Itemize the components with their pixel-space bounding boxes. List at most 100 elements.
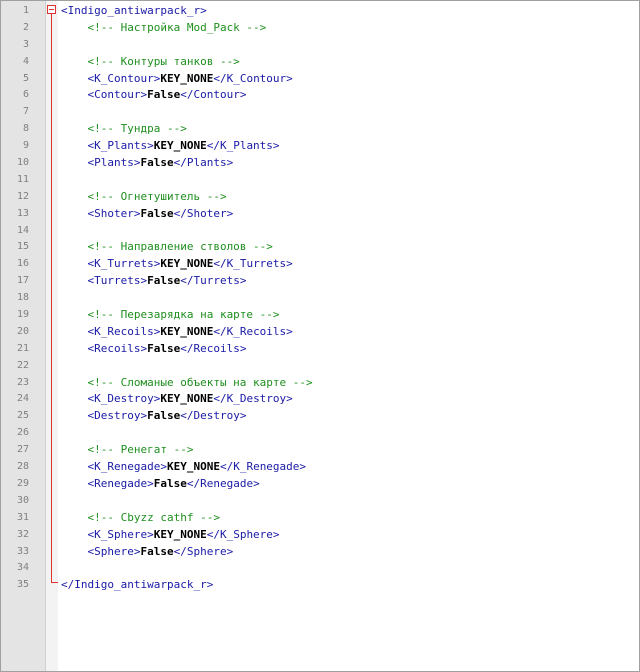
line-number: 12 <box>16 190 29 202</box>
xml-tag: </Sphere> <box>173 544 234 558</box>
code-text: <K_Destroy>KEY_NONE</K_Destroy> <box>61 391 293 408</box>
code-line[interactable]: 3 <box>1 37 639 54</box>
line-number: 8 <box>22 123 29 135</box>
xml-tag: <Recoils> <box>61 341 148 355</box>
code-line[interactable]: 2 <!-- Настройка Mod_Pack --> <box>1 20 639 37</box>
code-text: <Plants>False</Plants> <box>61 155 233 172</box>
code-line[interactable]: 22 <box>1 358 639 375</box>
code-line[interactable]: 13 <Shoter>False</Shoter> <box>1 206 639 223</box>
line-number: 20 <box>16 325 29 337</box>
code-line[interactable]: 25 <Destroy>False</Destroy> <box>1 408 639 425</box>
xml-tag: </Renegade> <box>186 476 260 490</box>
code-line[interactable]: 1 <Indigo_antiwarpack_r> <box>1 3 639 20</box>
xml-editor[interactable]: 1 <Indigo_antiwarpack_r> 2 <!-- Настройка … <box>0 0 640 672</box>
code-line[interactable]: 21 <Recoils>False</Recoils> <box>1 341 639 358</box>
xml-comment: <!-- Огнетушитель --> <box>61 189 227 203</box>
code-text: <!-- Перезарядка на карте --> <box>61 307 279 324</box>
code-line[interactable]: 14 <box>1 223 639 240</box>
xml-value: KEY_NONE <box>153 139 207 153</box>
code-line[interactable]: 19 <!-- Перезарядка на карте --> <box>1 307 639 324</box>
line-number: 2 <box>22 21 29 33</box>
xml-tag: </Recoils> <box>180 341 247 355</box>
xml-comment: <!-- Сломаные объекты на карте --> <box>61 375 313 389</box>
line-number: 6 <box>22 89 29 101</box>
code-line[interactable]: 12 <!-- Огнетушитель --> <box>1 189 639 206</box>
code-text: <K_Turrets>KEY_NONE</K_Turrets> <box>61 256 292 273</box>
code-line[interactable]: 29 <Renegade>False</Renegade> <box>1 476 639 493</box>
code-line[interactable]: 28 <K_Renegade>KEY_NONE</K_Renegade> <box>1 459 639 476</box>
code-text: <Renegade>False</Renegade> <box>61 476 260 493</box>
code-line[interactable]: 26 <box>1 425 639 442</box>
code-line[interactable]: 16 <K_Turrets>KEY_NONE</K_Turrets> <box>1 256 639 273</box>
code-line[interactable]: 9 <K_Plants>KEY_NONE</K_Plants> <box>1 138 639 155</box>
xml-tag: <Shoter> <box>61 206 141 220</box>
code-text: <!-- Контуры танков --> <box>61 54 239 71</box>
code-line[interactable]: 5 <K_Contour>KEY_NONE</K_Contour> <box>1 71 639 88</box>
xml-value: False <box>147 88 181 102</box>
xml-tag: </K_Recoils> <box>213 324 293 338</box>
xml-value: False <box>147 274 181 288</box>
xml-tag: </Contour> <box>180 88 247 102</box>
code-line[interactable]: 17 <Turrets>False</Turrets> <box>1 273 639 290</box>
code-line[interactable]: 24 <K_Destroy>KEY_NONE</K_Destroy> <box>1 391 639 408</box>
xml-tag: </Shoter> <box>173 206 234 220</box>
code-text: </Indigo_antiwarpack_r> <box>61 577 213 594</box>
code-line[interactable]: 31 <!-- Cbyzz cathf --> <box>1 510 639 527</box>
code-line[interactable]: 20 <K_Recoils>KEY_NONE</K_Recoils> <box>1 324 639 341</box>
xml-value: False <box>153 476 187 490</box>
line-number: 24 <box>16 393 29 405</box>
code-line[interactable]: 6 <Contour>False</Contour> <box>1 87 639 104</box>
line-number: 28 <box>16 461 29 473</box>
xml-tag: <K_Destroy> <box>61 392 161 406</box>
code-line[interactable]: 23 <!-- Сломаные объекты на карте --> <box>1 375 639 392</box>
xml-tag: <K_Sphere> <box>61 527 154 541</box>
line-number: 21 <box>16 342 29 354</box>
xml-value: False <box>147 409 181 423</box>
code-line[interactable]: 4 <!-- Контуры танков --> <box>1 54 639 71</box>
line-number: 25 <box>16 410 29 422</box>
line-number: 10 <box>16 157 29 169</box>
xml-comment: <!-- Настройка Mod_Pack --> <box>61 20 267 34</box>
code-line[interactable]: 8 <!-- Тундра --> <box>1 121 639 138</box>
code-text: <Sphere>False</Sphere> <box>61 544 233 561</box>
xml-value: KEY_NONE <box>160 257 214 271</box>
code-line[interactable]: 35 </Indigo_antiwarpack_r> <box>1 577 639 594</box>
code-line[interactable]: 7 <box>1 104 639 121</box>
xml-tag: <K_Plants> <box>61 139 154 153</box>
code-text: <!-- Тундра --> <box>61 121 186 138</box>
line-number: 33 <box>16 545 29 557</box>
line-number: 15 <box>16 241 29 253</box>
line-number: 18 <box>16 292 29 304</box>
xml-tag: <Contour> <box>61 88 148 102</box>
code-line[interactable]: 33 <Sphere>False</Sphere> <box>1 544 639 561</box>
xml-tag: <K_Contour> <box>61 71 161 85</box>
code-text: <K_Recoils>KEY_NONE</K_Recoils> <box>61 324 293 341</box>
xml-tag: <Renegade> <box>61 476 154 490</box>
code-line[interactable]: 34 <box>1 560 639 577</box>
line-number: 30 <box>16 494 29 506</box>
line-number: 4 <box>22 55 29 67</box>
line-number: 11 <box>16 173 29 185</box>
xml-tag: <Turrets> <box>61 274 148 288</box>
code-line[interactable]: 10 <Plants>False</Plants> <box>1 155 639 172</box>
code-line[interactable]: 11 <box>1 172 639 189</box>
code-text: <!-- Сломаные объекты на карте --> <box>61 375 313 392</box>
xml-tag: </K_Plants> <box>206 139 280 153</box>
line-number: 9 <box>22 140 29 152</box>
line-number: 27 <box>16 444 29 456</box>
xml-tag: <Indigo_antiwarpack_r> <box>61 4 207 17</box>
code-line[interactable]: 30 <box>1 493 639 510</box>
line-number: 7 <box>22 106 29 118</box>
xml-value: KEY_NONE <box>160 324 214 338</box>
code-line[interactable]: 32 <K_Sphere>KEY_NONE</K_Sphere> <box>1 527 639 544</box>
code-line[interactable]: 15 <!-- Направление стволов --> <box>1 239 639 256</box>
line-number: 29 <box>16 477 29 489</box>
code-line[interactable]: 18 <box>1 290 639 307</box>
xml-value: False <box>140 156 174 170</box>
xml-tag: </K_Destroy> <box>213 392 293 406</box>
line-number: 31 <box>16 511 29 523</box>
xml-tag: </K_Renegade> <box>219 460 307 474</box>
line-number: 32 <box>16 528 29 540</box>
code-area[interactable]: 1 <Indigo_antiwarpack_r> 2 <!-- Настройка … <box>1 3 639 594</box>
code-line[interactable]: 27 <!-- Ренегат --> <box>1 442 639 459</box>
